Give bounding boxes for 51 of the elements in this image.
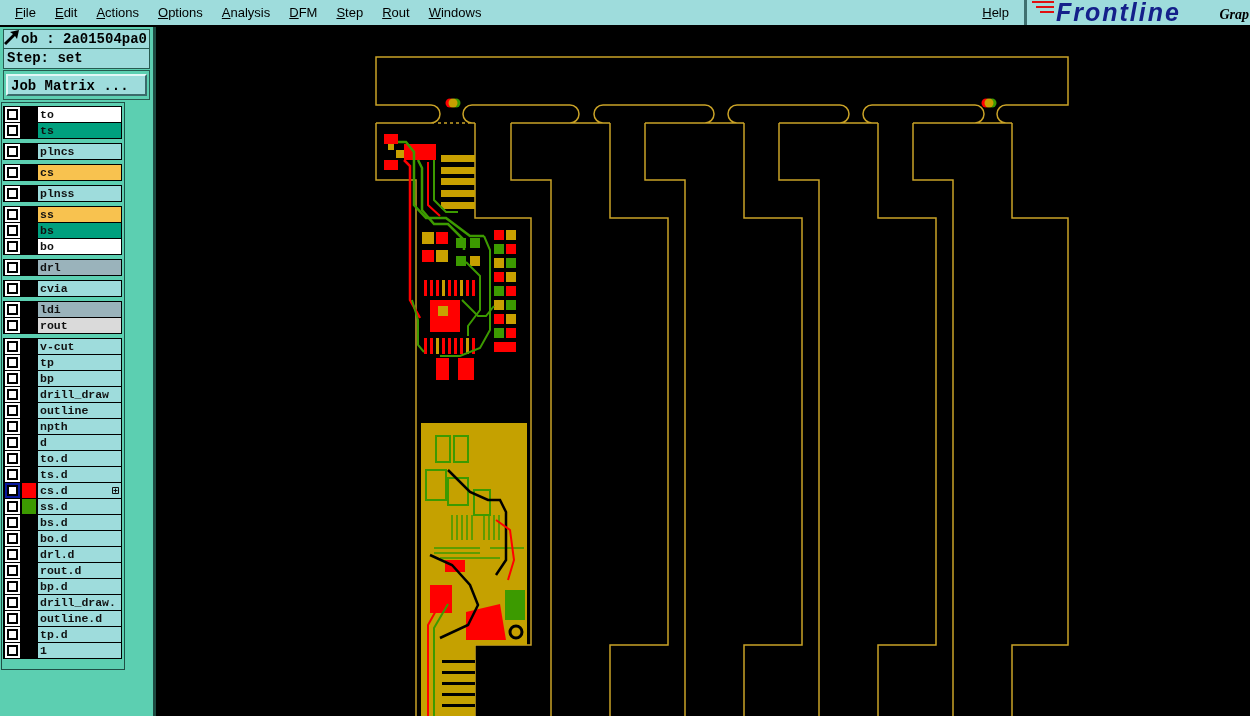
fiducial-icon: [981, 98, 997, 108]
layer-item[interactable]: drill_draw.: [38, 595, 121, 610]
layer-item[interactable]: bp: [38, 371, 121, 386]
menu-item[interactable]: DFM: [289, 4, 318, 21]
layer-item[interactable]: bp.d: [38, 579, 121, 594]
menu-item[interactable]: Rout: [382, 4, 410, 21]
job-label: ob : 2a01504pa0: [4, 30, 149, 49]
layer-item[interactable]: to: [38, 107, 121, 122]
pointer-arrow-icon: [4, 30, 19, 45]
fiducial-icon: [445, 98, 461, 108]
layer-item[interactable]: d: [38, 435, 121, 450]
layer-item[interactable]: ss.d: [38, 499, 121, 514]
job-matrix-button[interactable]: Job Matrix ...: [6, 74, 147, 96]
layer-item[interactable]: bo: [38, 239, 121, 254]
layer-item[interactable]: plnss: [38, 186, 121, 201]
layer-item[interactable]: v-cut: [38, 339, 121, 354]
layer-item[interactable]: bo.d: [38, 531, 121, 546]
layer-item[interactable]: ss: [38, 207, 121, 222]
layer-item[interactable]: rout.d: [38, 563, 121, 578]
layer-item[interactable]: outline.d: [38, 611, 121, 626]
layer-item[interactable]: drill_draw: [38, 387, 121, 402]
layer-item[interactable]: ldi: [38, 302, 121, 317]
layer-item[interactable]: outline: [38, 403, 121, 418]
speed-lines-icon: [1032, 1, 1054, 13]
step-label: Step: set: [4, 49, 149, 68]
layer-item[interactable]: ts.d: [38, 467, 121, 482]
layer-item[interactable]: bs.d: [38, 515, 121, 530]
layer-item[interactable]: npth: [38, 419, 121, 434]
layer-item[interactable]: cs: [38, 165, 121, 180]
layer-item[interactable]: to.d: [38, 451, 121, 466]
menu-item[interactable]: Options: [158, 4, 203, 21]
layer-item[interactable]: plncs: [38, 144, 121, 159]
logo-text: Frontline: [1056, 0, 1181, 25]
layer-item[interactable]: drl: [38, 260, 121, 275]
layer-item[interactable]: 1: [38, 643, 121, 658]
layer-item[interactable]: cs.d: [38, 483, 121, 498]
layer-item[interactable]: drl.d: [38, 547, 121, 562]
layer-item[interactable]: cvia: [38, 281, 121, 296]
menu-item[interactable]: Step: [336, 4, 364, 21]
menu-item[interactable]: File: [15, 4, 36, 21]
layer-item[interactable]: ts: [38, 123, 121, 138]
logo-caption: Grap: [1219, 7, 1249, 23]
menu-item[interactable]: Analysis: [221, 4, 271, 21]
menu-item[interactable]: Help: [982, 4, 1009, 21]
layer-item[interactable]: tp.d: [38, 627, 121, 642]
menu-item[interactable]: Windows: [428, 4, 482, 21]
layer-item[interactable]: tp: [38, 355, 121, 370]
menu-item[interactable]: Edit: [54, 4, 78, 21]
layer-item[interactable]: bs: [38, 223, 121, 238]
menu-item[interactable]: Actions: [96, 4, 139, 21]
layer-item[interactable]: rout: [38, 318, 121, 333]
